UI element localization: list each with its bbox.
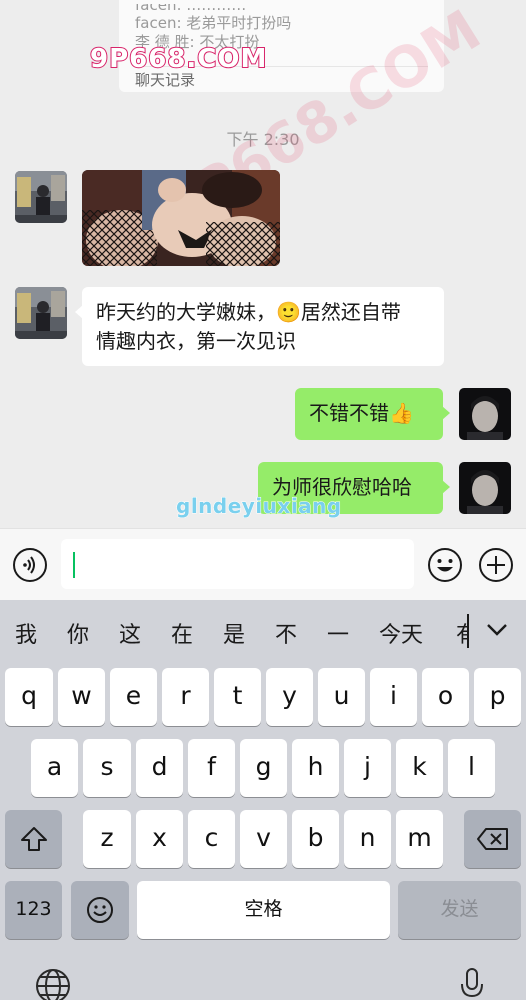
- message-input[interactable]: [61, 539, 414, 589]
- key-j[interactable]: j: [344, 739, 391, 797]
- key-n[interactable]: n: [344, 810, 391, 868]
- my-avatar[interactable]: [459, 388, 511, 440]
- chat-image: [82, 170, 280, 266]
- candidate-word[interactable]: 不: [275, 617, 297, 649]
- backspace-icon: [476, 828, 508, 850]
- backspace-key[interactable]: [464, 810, 521, 868]
- space-key[interactable]: 空格: [137, 881, 390, 939]
- contact-avatar[interactable]: [15, 287, 67, 339]
- message-text-line: 昨天约的大学嫩妹，🙂居然还自带: [96, 298, 430, 327]
- message-text: 不错不错: [309, 401, 389, 425]
- candidate-divider: [467, 614, 469, 648]
- text-watermark: glndeyiuxiang: [176, 494, 342, 519]
- emoji-key[interactable]: [71, 881, 129, 939]
- voice-icon[interactable]: [12, 547, 48, 583]
- candidate-bar: 我 你 这 在 是 不 一 今天 有: [0, 600, 526, 660]
- smile-icon: [87, 897, 113, 923]
- key-a[interactable]: a: [31, 739, 78, 797]
- text-caret: [73, 552, 75, 578]
- keyboard: 我 你 这 在 是 不 一 今天 有 q w e r t y u i o p a…: [0, 600, 526, 1000]
- message-text-part: 居然还自带: [300, 300, 401, 324]
- key-c[interactable]: c: [188, 810, 235, 868]
- key-v[interactable]: v: [240, 810, 287, 868]
- key-x[interactable]: x: [136, 810, 183, 868]
- thumbs-up-emoji-icon: 👍: [389, 401, 414, 425]
- key-r[interactable]: r: [162, 668, 209, 726]
- candidate-word[interactable]: 你: [67, 617, 89, 649]
- key-i[interactable]: i: [370, 668, 417, 726]
- avatar-photo: [459, 388, 511, 440]
- candidate-word[interactable]: 是: [223, 617, 245, 649]
- key-o[interactable]: o: [422, 668, 469, 726]
- key-e[interactable]: e: [110, 668, 157, 726]
- key-d[interactable]: d: [136, 739, 183, 797]
- message-input-bar: [0, 528, 526, 600]
- candidate-word[interactable]: 有: [456, 617, 467, 649]
- received-message-bubble[interactable]: 昨天约的大学嫩妹，🙂居然还自带 情趣内衣，第一次见识: [75, 287, 444, 366]
- shift-icon: [20, 827, 47, 851]
- my-avatar[interactable]: [459, 462, 511, 514]
- key-k[interactable]: k: [396, 739, 443, 797]
- avatar-photo: [15, 287, 67, 339]
- chevron-down-icon[interactable]: [484, 616, 510, 642]
- key-q[interactable]: q: [5, 668, 53, 726]
- image-message[interactable]: [82, 170, 280, 266]
- plus-icon[interactable]: [478, 547, 514, 583]
- shift-key[interactable]: [5, 810, 62, 868]
- key-y[interactable]: y: [266, 668, 313, 726]
- contact-avatar[interactable]: [15, 171, 67, 223]
- watermark-logo: 9P668.COM: [89, 43, 268, 75]
- candidate-word[interactable]: 这: [119, 617, 141, 649]
- avatar-photo: [15, 171, 67, 223]
- chat-area[interactable]: facen: ………… facen: 老弟平时打扮吗 李 德 胜: 不太打扮 聊…: [0, 0, 526, 528]
- message-text-part: 昨天约的大学嫩妹，: [96, 300, 276, 324]
- key-s[interactable]: s: [83, 739, 131, 797]
- key-z[interactable]: z: [83, 810, 131, 868]
- numbers-key[interactable]: 123: [5, 881, 62, 939]
- quote-line-cut: facen: …………: [135, 4, 247, 14]
- key-w[interactable]: w: [58, 668, 105, 726]
- key-l[interactable]: l: [448, 739, 495, 797]
- key-p[interactable]: p: [474, 668, 521, 726]
- key-f[interactable]: f: [188, 739, 235, 797]
- key-b[interactable]: b: [292, 810, 339, 868]
- candidate-word[interactable]: 在: [171, 617, 193, 649]
- key-t[interactable]: t: [214, 668, 261, 726]
- sent-message-bubble[interactable]: 不错不错👍: [295, 388, 450, 440]
- candidate-word[interactable]: 今天: [379, 617, 423, 649]
- candidate-word[interactable]: 我: [15, 617, 37, 649]
- send-key[interactable]: 发送: [398, 881, 521, 939]
- microphone-icon[interactable]: [459, 966, 485, 1000]
- key-h[interactable]: h: [292, 739, 339, 797]
- key-u[interactable]: u: [318, 668, 365, 726]
- smile-emoji-icon: 🙂: [276, 300, 301, 324]
- candidate-word[interactable]: 一: [327, 617, 349, 649]
- message-text-line: 情趣内衣，第一次见识: [96, 329, 296, 353]
- globe-icon[interactable]: [35, 968, 71, 1000]
- smile-icon[interactable]: [427, 547, 463, 583]
- quote-line-1: facen: 老弟平时打扮吗: [135, 14, 292, 32]
- key-m[interactable]: m: [396, 810, 443, 868]
- key-g[interactable]: g: [240, 739, 287, 797]
- avatar-photo: [459, 462, 511, 514]
